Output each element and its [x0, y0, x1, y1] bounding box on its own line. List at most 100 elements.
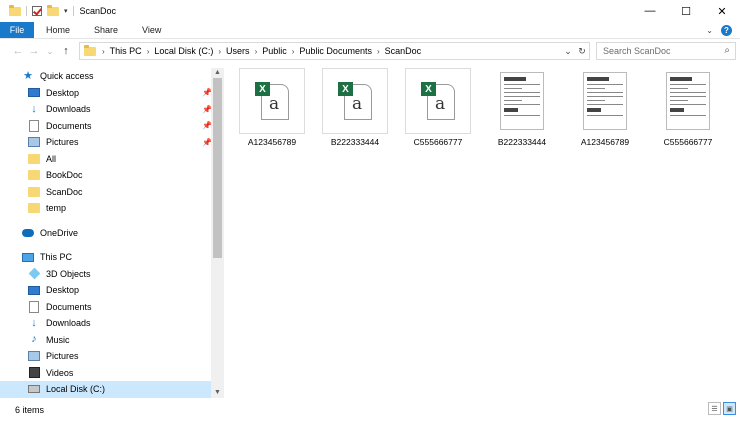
sidebar-item-music[interactable]: ♪ Music	[0, 332, 211, 349]
minimize-button[interactable]: —	[632, 0, 668, 22]
download-icon: ↓	[31, 102, 37, 115]
excel-file-icon: a X	[255, 82, 289, 120]
sidebar-item-local-disk[interactable]: Local Disk (C:)	[0, 381, 211, 398]
refresh-icon[interactable]: ↻	[575, 46, 589, 57]
breadcrumb-separator[interactable]: ›	[377, 47, 380, 56]
window-title: ScanDoc	[79, 6, 117, 16]
title-bar: ▾ ScanDoc — ☐ ✕	[0, 0, 740, 22]
breadcrumb-this-pc[interactable]: This PC	[110, 46, 142, 56]
sidebar-item-this-pc[interactable]: This PC	[0, 249, 211, 266]
tab-view[interactable]: View	[130, 22, 173, 38]
sidebar-item-desktop[interactable]: Desktop 📌	[0, 85, 212, 102]
file-name: B222333444	[497, 137, 547, 147]
tab-home[interactable]: Home	[34, 22, 82, 38]
breadcrumb-local-disk[interactable]: Local Disk (C:)	[154, 46, 213, 56]
tab-file[interactable]: File	[0, 22, 34, 38]
properties-icon[interactable]	[32, 6, 42, 16]
star-icon: ★	[23, 69, 33, 82]
address-bar[interactable]: › This PC › Local Disk (C:) › Users › Pu…	[79, 42, 590, 60]
file-item[interactable]: A123456789	[570, 68, 640, 147]
folder-tree: ★ Quick access Desktop 📌 ↓ Downloads 📌 D…	[0, 68, 212, 398]
sidebar-item-label: Desktop	[46, 285, 80, 296]
sidebar-item-videos[interactable]: Videos	[0, 365, 211, 382]
customize-toolbar-dropdown-icon[interactable]: ▾	[64, 7, 68, 15]
breadcrumb-separator[interactable]: ›	[255, 47, 258, 56]
quick-access-toolbar: ▾	[0, 0, 74, 22]
sidebar-item-label: Documents	[46, 120, 92, 131]
download-icon: ↓	[31, 316, 37, 329]
back-button[interactable]: ←	[10, 45, 26, 57]
sidebar-item-bookdoc[interactable]: BookDoc	[0, 167, 211, 184]
file-item[interactable]: a X C555666777	[403, 68, 473, 147]
pictures-icon	[28, 137, 40, 148]
file-item[interactable]: a X B222333444	[320, 68, 390, 147]
sidebar-item-downloads[interactable]: ↓ Downloads 📌	[0, 101, 212, 118]
breadcrumb-public-documents[interactable]: Public Documents	[299, 46, 372, 56]
sidebar-item-label: ScanDoc	[46, 186, 83, 197]
expand-ribbon-icon[interactable]: ⌄	[706, 26, 713, 35]
sidebar-item-label: Documents	[46, 301, 92, 312]
large-icons-view-button[interactable]: ▣	[723, 402, 736, 415]
document-icon	[29, 300, 39, 313]
address-dropdown-icon[interactable]: ⌄	[561, 46, 575, 57]
ribbon-right: ⌄ ?	[706, 22, 732, 39]
sidebar-item-pictures[interactable]: Pictures 📌	[0, 134, 212, 151]
scroll-down-arrow[interactable]: ▼	[211, 388, 224, 398]
details-view-button[interactable]: ☰	[708, 402, 721, 415]
scrollbar-thumb[interactable]	[213, 78, 222, 258]
sidebar-item-scandoc[interactable]: ScanDoc	[0, 184, 211, 201]
maximize-button[interactable]: ☐	[668, 0, 704, 22]
search-icon[interactable]: ⌕	[724, 45, 730, 56]
file-list: a X A123456789 a X B222333444 a X C55566…	[232, 68, 732, 398]
sidebar-item-onedrive[interactable]: OneDrive	[0, 225, 211, 242]
sidebar-item-label: Downloads	[46, 318, 91, 329]
tab-share[interactable]: Share	[82, 22, 130, 38]
desktop-icon	[28, 88, 40, 98]
file-item[interactable]: a X A123456789	[237, 68, 307, 147]
sidebar-item-documents[interactable]: Documents 📌	[0, 118, 212, 135]
scanned-document-icon	[666, 72, 710, 130]
recent-locations-button[interactable]: ⌄	[42, 47, 58, 56]
sidebar-scrollbar[interactable]: ▲ ▼	[211, 68, 224, 398]
new-folder-icon[interactable]	[47, 4, 59, 16]
file-thumbnail: a X	[322, 68, 388, 134]
cube-icon	[28, 267, 40, 280]
sidebar-item-label: Desktop	[46, 87, 80, 98]
folder-icon	[84, 44, 96, 56]
sidebar-item-quick-access[interactable]: ★ Quick access	[0, 68, 211, 85]
sidebar-item-pc-downloads[interactable]: ↓ Downloads	[0, 315, 211, 332]
window-controls: — ☐ ✕	[632, 0, 740, 22]
scroll-up-arrow[interactable]: ▲	[211, 68, 224, 78]
file-item[interactable]: B222333444	[487, 68, 557, 147]
file-item[interactable]: C555666777	[653, 68, 723, 147]
file-thumbnail	[489, 68, 555, 134]
sidebar-item-pc-documents[interactable]: Documents	[0, 299, 211, 316]
sidebar-item-label: All	[46, 153, 57, 164]
scanned-document-icon	[583, 72, 627, 130]
breadcrumb-separator[interactable]: ›	[147, 47, 150, 56]
up-button[interactable]: ↑	[58, 45, 74, 57]
close-button[interactable]: ✕	[704, 0, 740, 22]
sidebar-item-label: OneDrive	[40, 227, 79, 238]
sidebar-item-temp[interactable]: temp	[0, 200, 211, 217]
sidebar-item-all[interactable]: All	[0, 151, 211, 168]
search-input[interactable]: Search ScanDoc ⌕	[596, 42, 736, 60]
folder-icon	[28, 170, 40, 181]
breadcrumb-separator[interactable]: ›	[218, 47, 221, 56]
help-icon[interactable]: ?	[721, 25, 732, 36]
forward-button[interactable]: →	[26, 45, 42, 57]
sidebar-item-3d-objects[interactable]: 3D Objects	[0, 266, 211, 283]
folder-icon	[28, 203, 40, 214]
sidebar-item-pc-desktop[interactable]: Desktop	[0, 282, 211, 299]
sidebar-item-label: This PC	[40, 252, 73, 263]
excel-file-icon: a X	[338, 82, 372, 120]
breadcrumb-users[interactable]: Users	[226, 46, 250, 56]
breadcrumb-scandoc[interactable]: ScanDoc	[385, 46, 422, 56]
file-name: B222333444	[330, 137, 380, 147]
folder-icon[interactable]	[9, 4, 21, 16]
breadcrumb-separator[interactable]: ›	[102, 47, 105, 56]
sidebar-item-pc-pictures[interactable]: Pictures	[0, 348, 211, 365]
file-name: C555666777	[413, 137, 463, 147]
breadcrumb-separator[interactable]: ›	[292, 47, 295, 56]
breadcrumb-public[interactable]: Public	[262, 46, 287, 56]
